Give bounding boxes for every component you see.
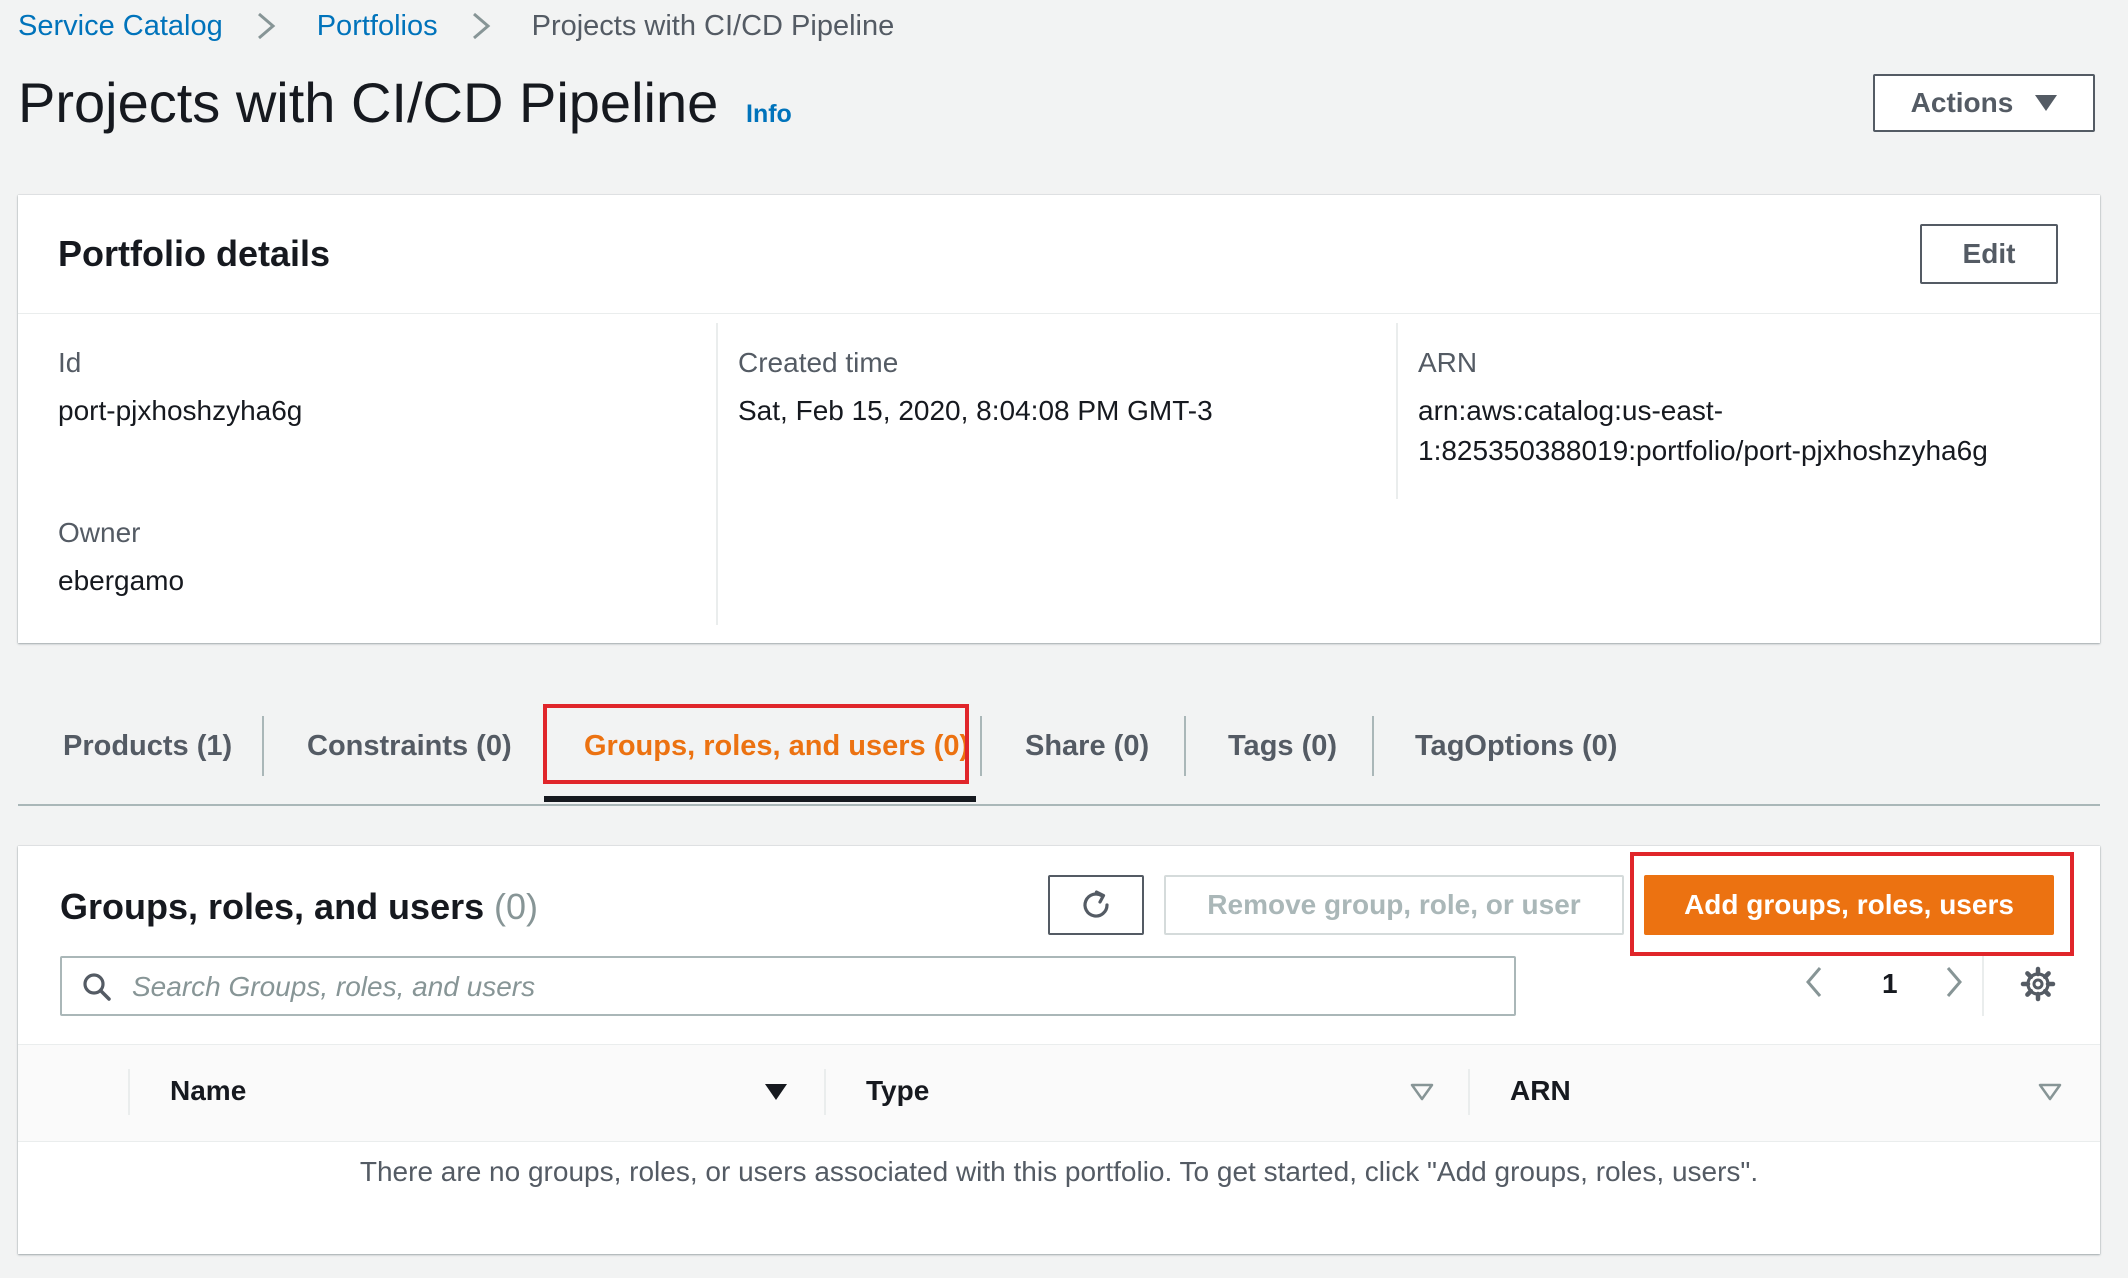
tab-share[interactable]: Share (0) [1025,730,1149,763]
refresh-button[interactable] [1048,875,1144,935]
portfolio-details-panel: Portfolio details Edit Id port-pjxhoshzy… [18,195,2100,643]
arn-label: ARN [1418,347,1478,378]
groups-count: (0) [494,886,538,927]
chevron-right-icon[interactable] [1942,964,1966,1000]
page-number[interactable]: 1 [1882,968,1898,1000]
id-label: Id [58,347,82,378]
gear-icon[interactable] [2020,966,2056,1002]
column-header-arn[interactable]: ARN [1510,1075,1571,1107]
breadcrumb: Service Catalog Portfolios Projects with… [18,6,894,46]
tab-separator [1184,716,1186,776]
breadcrumb-portfolios[interactable]: Portfolios [317,10,438,43]
column-header-name[interactable]: Name [170,1075,246,1107]
highlight-box-tab [543,704,969,784]
search-box [60,956,1516,1016]
chevron-left-icon[interactable] [1802,964,1826,1000]
column-separator [1468,1069,1470,1115]
tab-tags[interactable]: Tags (0) [1228,730,1337,763]
chevron-right-icon [472,12,490,40]
remove-group-role-user-button[interactable]: Remove group, role, or user [1164,875,1624,935]
column-separator [128,1069,130,1115]
refresh-icon [1083,890,1109,918]
tab-products[interactable]: Products (1) [63,730,232,763]
created-time-value: Sat, Feb 15, 2020, 8:04:08 PM GMT-3 [738,395,1213,426]
pager-separator [1982,954,1984,1016]
owner-value: ebergamo [58,565,185,596]
breadcrumb-service-catalog[interactable]: Service Catalog [18,10,223,43]
arn-value-line2: 1:825350388019:portfolio/port-pjxhoshzyh… [1418,435,1988,466]
table-header: Name Type ARN [18,1044,2100,1142]
breadcrumb-current: Projects with CI/CD Pipeline [531,9,895,42]
search-icon [83,973,111,1001]
column-divider [1396,323,1398,499]
tab-separator [1372,716,1374,776]
search-input[interactable] [130,966,1504,1008]
active-tab-indicator [544,796,976,802]
owner-label: Owner [58,517,141,548]
sort-icon[interactable] [1410,1083,1434,1101]
portfolio-details-header: Portfolio details Edit [18,195,2100,314]
tab-bar: Products (1) Constraints (0) Groups, rol… [18,700,2100,806]
id-value: port-pjxhoshzyha6g [58,395,303,426]
column-divider [716,323,718,625]
actions-button[interactable]: Actions [1873,74,2095,132]
sort-descending-icon[interactable] [764,1083,788,1101]
column-header-type[interactable]: Type [866,1075,929,1107]
edit-button[interactable]: Edit [1920,224,2058,284]
tab-separator [262,716,264,776]
tab-separator [980,716,982,776]
highlight-box-add-button [1630,852,2074,956]
tab-constraints[interactable]: Constraints (0) [307,730,512,763]
column-separator [824,1069,826,1115]
sort-icon[interactable] [2038,1083,2062,1101]
empty-state-message: There are no groups, roles, or users ass… [359,1156,1759,1187]
chevron-right-icon [257,12,276,40]
tab-tagoptions[interactable]: TagOptions (0) [1415,730,1617,763]
arn-value-line1: arn:aws:catalog:us-east- [1418,395,1724,426]
created-time-label: Created time [738,347,899,378]
page-title: Projects with CI/CD Pipeline [18,71,719,134]
portfolio-details-title: Portfolio details [58,233,331,274]
actions-label: Actions [1910,87,2014,118]
info-link[interactable]: Info [746,100,792,129]
groups-panel-title: Groups, roles, and users [60,886,485,927]
caret-down-icon [2035,95,2058,111]
